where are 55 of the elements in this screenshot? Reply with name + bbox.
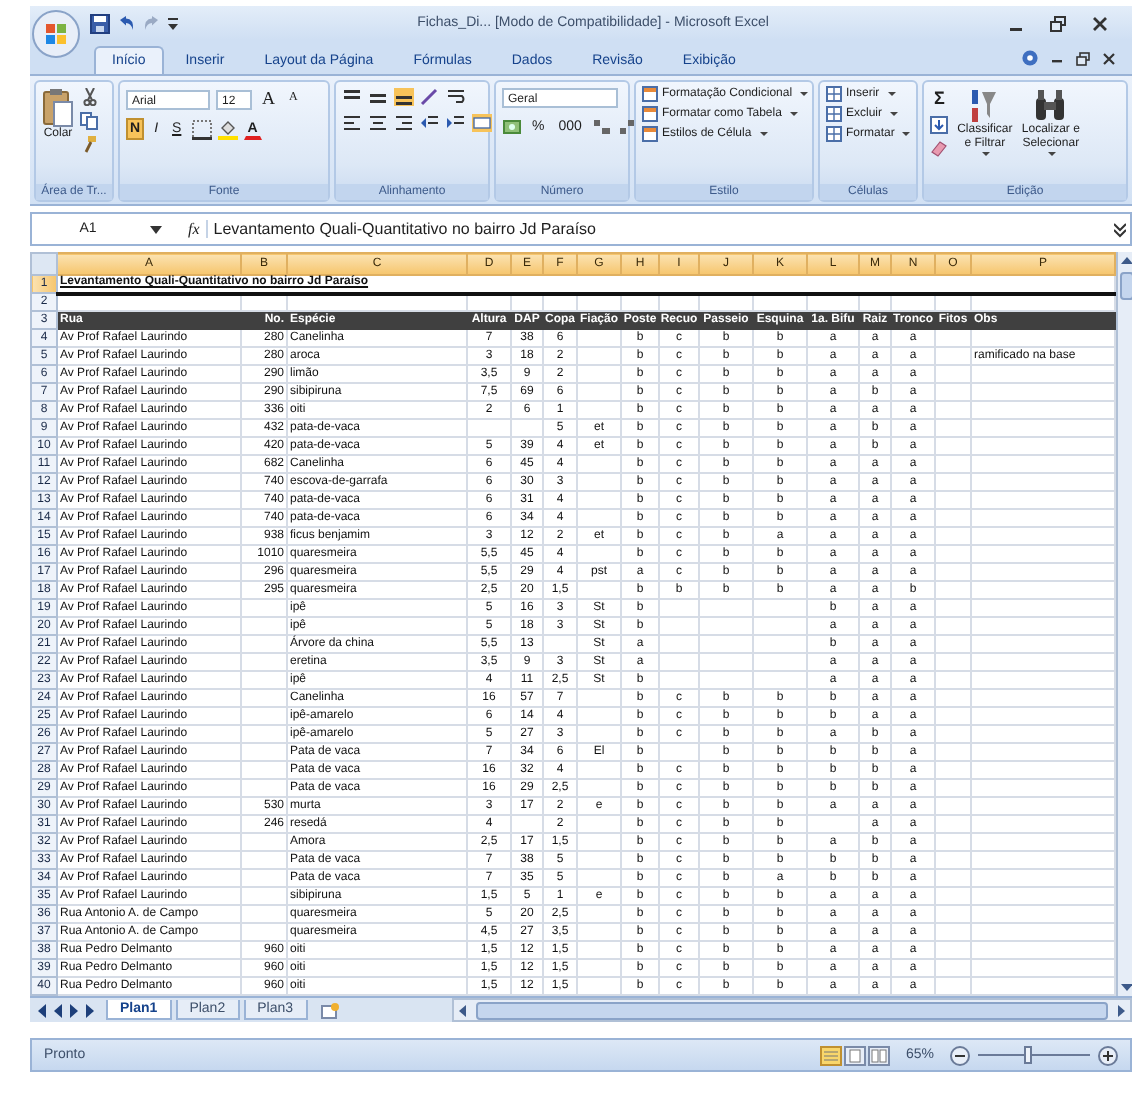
function-button[interactable]: fx <box>188 220 200 238</box>
zoom-slider[interactable] <box>978 1046 1090 1064</box>
scroll-right-icon[interactable] <box>1112 1001 1130 1019</box>
formula-field[interactable]: Levantamento Quali-Quantitativo no bairro Jd Paraíso <box>205 220 1108 238</box>
table-style-icon <box>642 106 658 122</box>
wrap-text-icon[interactable] <box>446 88 466 106</box>
fill-down-icon[interactable] <box>930 116 949 134</box>
close-icon[interactable] <box>1102 51 1116 65</box>
autosum-button[interactable]: Σ <box>930 88 949 110</box>
slider-thumb[interactable] <box>1024 1046 1033 1064</box>
zoom-out-icon[interactable] <box>950 1045 970 1065</box>
undo-icon[interactable] <box>116 13 136 33</box>
table-style-icon <box>642 126 658 142</box>
table-style-icon <box>642 86 658 102</box>
grid-icon <box>826 106 842 122</box>
border-icon[interactable] <box>191 119 212 139</box>
horizontal-scrollbar[interactable] <box>451 998 1132 1022</box>
zoom-in-icon[interactable] <box>1098 1045 1118 1065</box>
align-bottom-icon[interactable] <box>394 88 414 106</box>
fill-color-icon[interactable] <box>217 119 238 139</box>
eraser-icon[interactable] <box>930 140 949 158</box>
scroll-thumb[interactable] <box>475 1001 1108 1019</box>
close-icon[interactable] <box>1092 15 1108 31</box>
clipboard-icon <box>42 88 74 128</box>
restore-icon[interactable] <box>1076 51 1090 65</box>
increase-decimal-icon[interactable] <box>591 118 612 136</box>
scroll-thumb[interactable] <box>1120 272 1132 300</box>
align-center-icon[interactable] <box>368 114 388 132</box>
grid-icon <box>826 126 842 142</box>
restore-icon[interactable] <box>1050 15 1066 31</box>
grid-icon <box>826 86 842 102</box>
grow-font-button[interactable]: A <box>258 88 279 110</box>
dropdown-icon[interactable] <box>150 225 162 233</box>
scroll-down-icon[interactable] <box>1118 978 1132 996</box>
page-layout-icon[interactable] <box>843 1045 866 1065</box>
page-break-icon[interactable] <box>867 1045 890 1065</box>
align-right-icon[interactable] <box>394 114 414 132</box>
filter-icon <box>970 88 999 124</box>
decrease-indent-icon[interactable] <box>420 114 440 132</box>
new-sheet-icon[interactable] <box>319 1001 339 1019</box>
copy-icon[interactable] <box>80 112 98 130</box>
save-icon[interactable] <box>90 13 110 33</box>
align-left-icon[interactable] <box>342 114 362 132</box>
merge-icon[interactable] <box>472 114 492 132</box>
orientation-icon[interactable] <box>420 88 440 106</box>
binoculars-icon <box>1034 88 1067 124</box>
scissors-icon[interactable] <box>81 88 97 106</box>
currency-icon[interactable] <box>502 118 522 136</box>
increase-indent-icon[interactable] <box>446 114 466 132</box>
vertical-scrollbar[interactable] <box>1116 252 1132 996</box>
align-middle-icon[interactable] <box>368 88 388 106</box>
help-icon[interactable] <box>1022 50 1038 66</box>
brush-icon[interactable] <box>80 136 98 154</box>
expand-icon[interactable] <box>1114 221 1126 237</box>
customize-icon[interactable] <box>168 15 178 31</box>
